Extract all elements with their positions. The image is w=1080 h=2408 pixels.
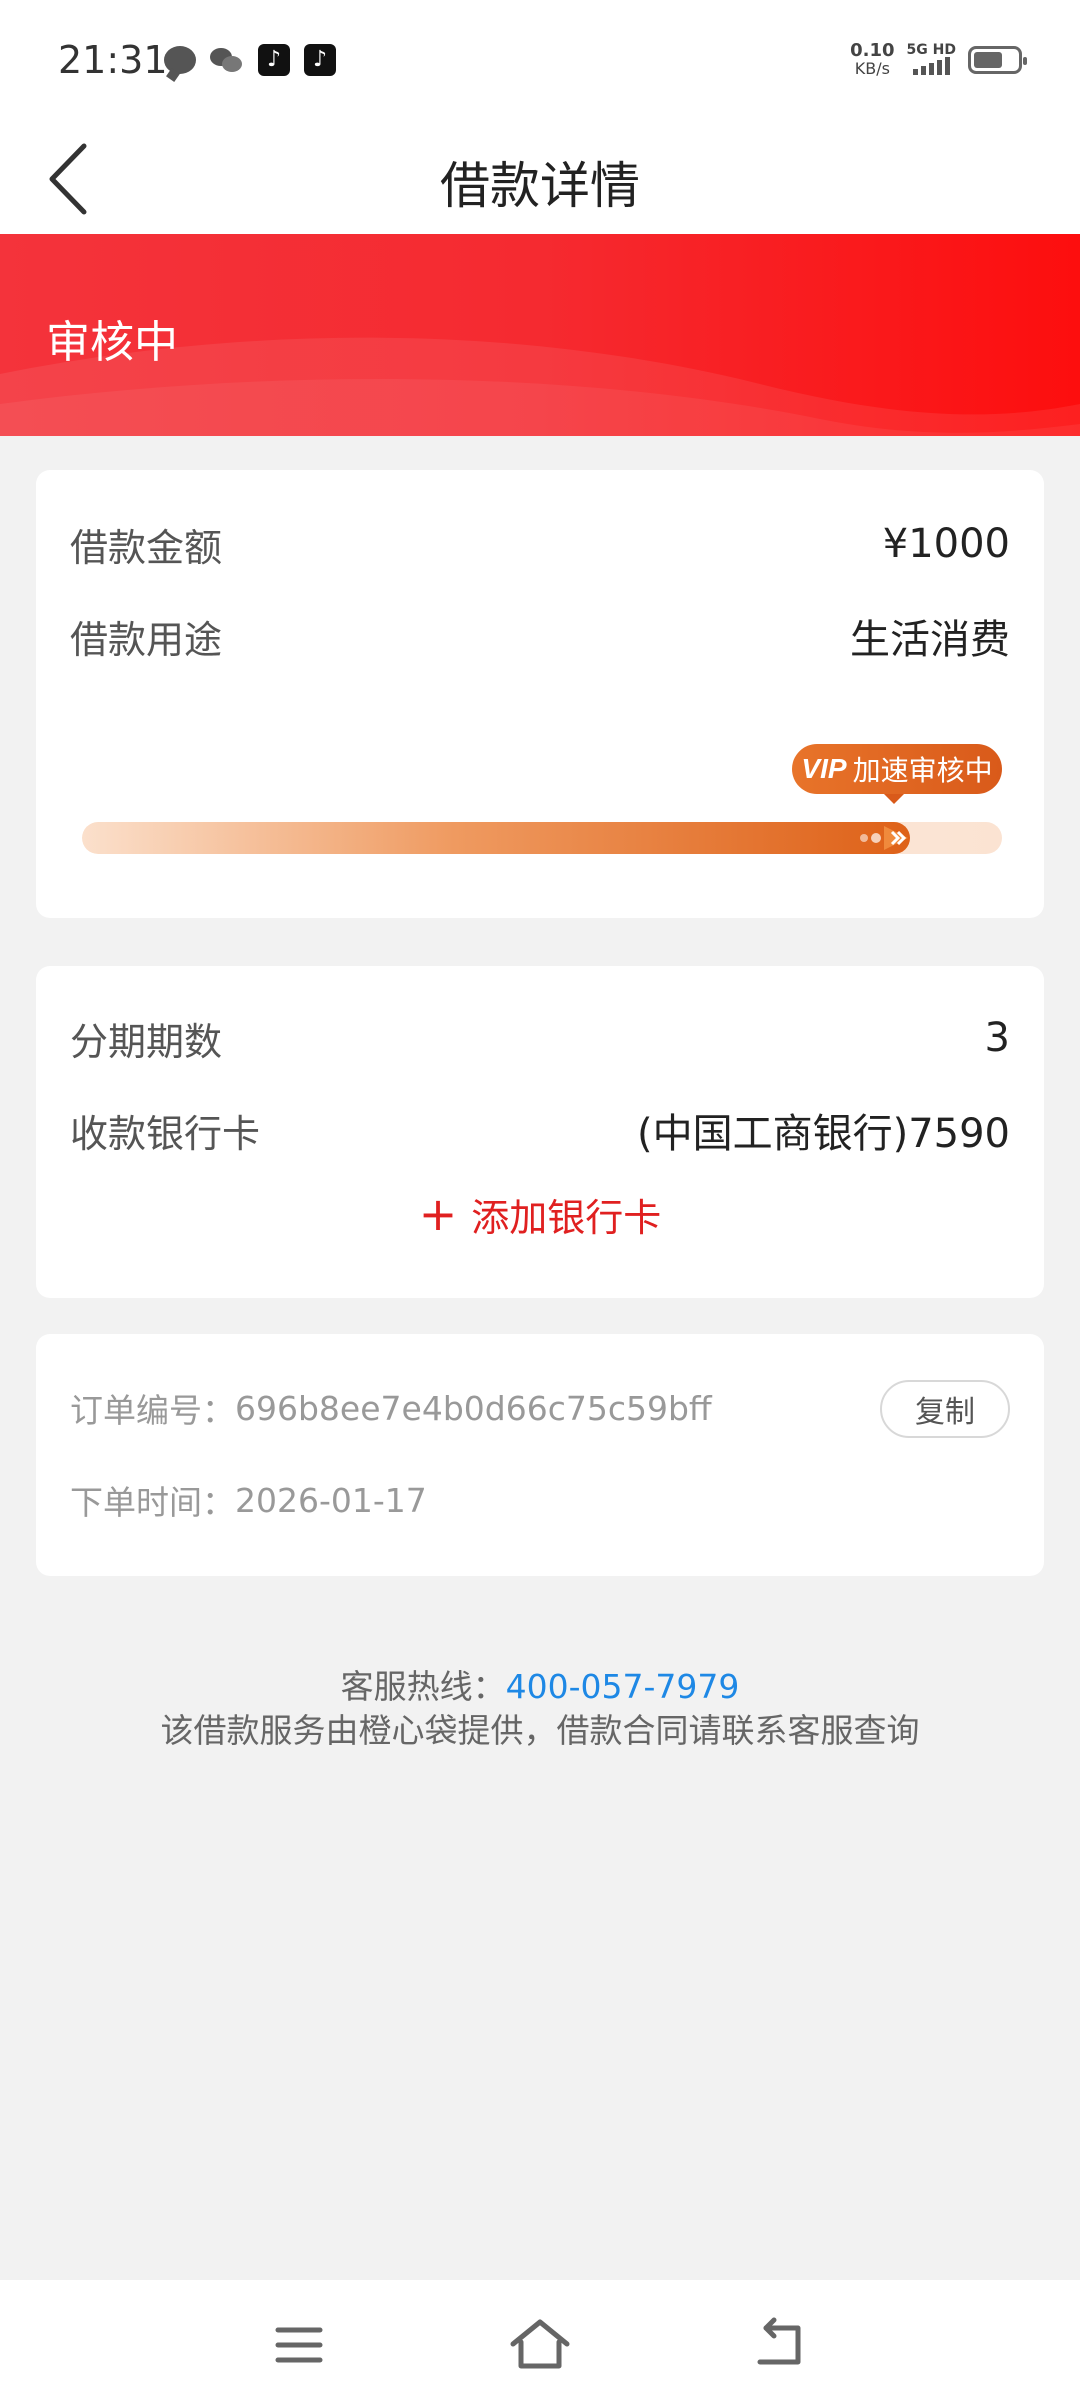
signal-icon: 5G HD: [907, 43, 956, 78]
order-info-card: 订单编号： 696b8ee7e4b0d66c75c59bff 复制 下单时间： …: [36, 1334, 1044, 1576]
vip-review-badge: VIP 加速审核中: [792, 744, 1002, 804]
order-time-row: 下单时间： 2026-01-17: [70, 1470, 1010, 1530]
tiktok-icon: ♪: [304, 44, 336, 76]
page-title: 借款详情: [440, 157, 640, 215]
bank-card-label: 收款银行卡: [70, 1111, 261, 1156]
loan-amount-label: 借款金额: [70, 525, 223, 570]
periods-row: 分期期数 3: [70, 1008, 1010, 1068]
notification-icons: ♪ ♪: [164, 44, 336, 76]
bank-card-value: (中国工商银行)7590: [636, 1111, 1010, 1157]
nav-header: 借款详情: [0, 124, 1080, 234]
network-speed: 0.10 KB/s: [850, 40, 895, 78]
order-time-label: 下单时间：: [70, 1483, 235, 1522]
periods-value: 3: [984, 1015, 1010, 1061]
status-banner: 审核中: [0, 234, 1080, 436]
order-time-value: 2026-01-17: [235, 1480, 427, 1520]
periods-label: 分期期数: [70, 1019, 223, 1064]
loan-amount-value: ¥1000: [882, 521, 1010, 567]
review-progress-fill: [82, 822, 910, 854]
status-bar: 21:31 ♪ ♪ 0.10 KB/s 5G HD: [0, 0, 1080, 124]
installment-card: 分期期数 3 收款银行卡 (中国工商银行)7590 + 添加银行卡: [36, 966, 1044, 1298]
system-nav-bar: [0, 2280, 1080, 2408]
wechat-icon: [210, 46, 244, 74]
add-bank-card-button[interactable]: + 添加银行卡: [36, 1184, 1044, 1244]
tiktok-icon: ♪: [258, 44, 290, 76]
back-icon: [757, 2317, 801, 2365]
home-icon: [510, 2319, 570, 2369]
hotline-label: 客服热线：: [340, 1667, 506, 1706]
status-indicators: 0.10 KB/s 5G HD: [850, 40, 1027, 78]
loan-info-card: 借款金额 ¥1000 借款用途 生活消费 VIP 加速审核中: [36, 470, 1044, 918]
loan-purpose-row: 借款用途 生活消费: [70, 606, 1010, 666]
chat-bubble-icon: [164, 46, 196, 74]
hotline-number-link[interactable]: 400-057-7979: [506, 1667, 740, 1706]
loan-purpose-value: 生活消费: [850, 617, 1010, 663]
copy-button[interactable]: 复制: [880, 1380, 1010, 1438]
loan-amount-row: 借款金额 ¥1000: [70, 514, 1010, 574]
vip-status-text: 加速审核中: [852, 754, 993, 787]
order-number-row: 订单编号： 696b8ee7e4b0d66c75c59bff: [70, 1378, 844, 1438]
plus-icon: +: [418, 1187, 458, 1241]
rocket-icon: [860, 826, 908, 850]
home-button[interactable]: [495, 2300, 585, 2390]
review-status: 审核中: [46, 317, 178, 368]
review-progress-bar: [82, 822, 1002, 854]
order-number-value: 696b8ee7e4b0d66c75c59bff: [235, 1388, 712, 1428]
status-time: 21:31: [58, 38, 168, 82]
battery-icon: [968, 46, 1027, 74]
bank-card-row: 收款银行卡 (中国工商银行)7590: [70, 1100, 1010, 1160]
service-notice: 该借款服务由橙心袋提供，借款合同请联系客服查询: [160, 1711, 920, 1750]
hotline-line: 客服热线：400-057-7979: [0, 1660, 1080, 1708]
system-back-button[interactable]: [736, 2300, 826, 2390]
menu-icon: [275, 2327, 323, 2363]
add-bank-card-label: 添加银行卡: [471, 1195, 662, 1240]
loan-purpose-label: 借款用途: [70, 617, 223, 662]
vip-label: VIP: [801, 753, 847, 784]
order-number-label: 订单编号：: [70, 1391, 235, 1430]
menu-button[interactable]: [254, 2300, 344, 2390]
